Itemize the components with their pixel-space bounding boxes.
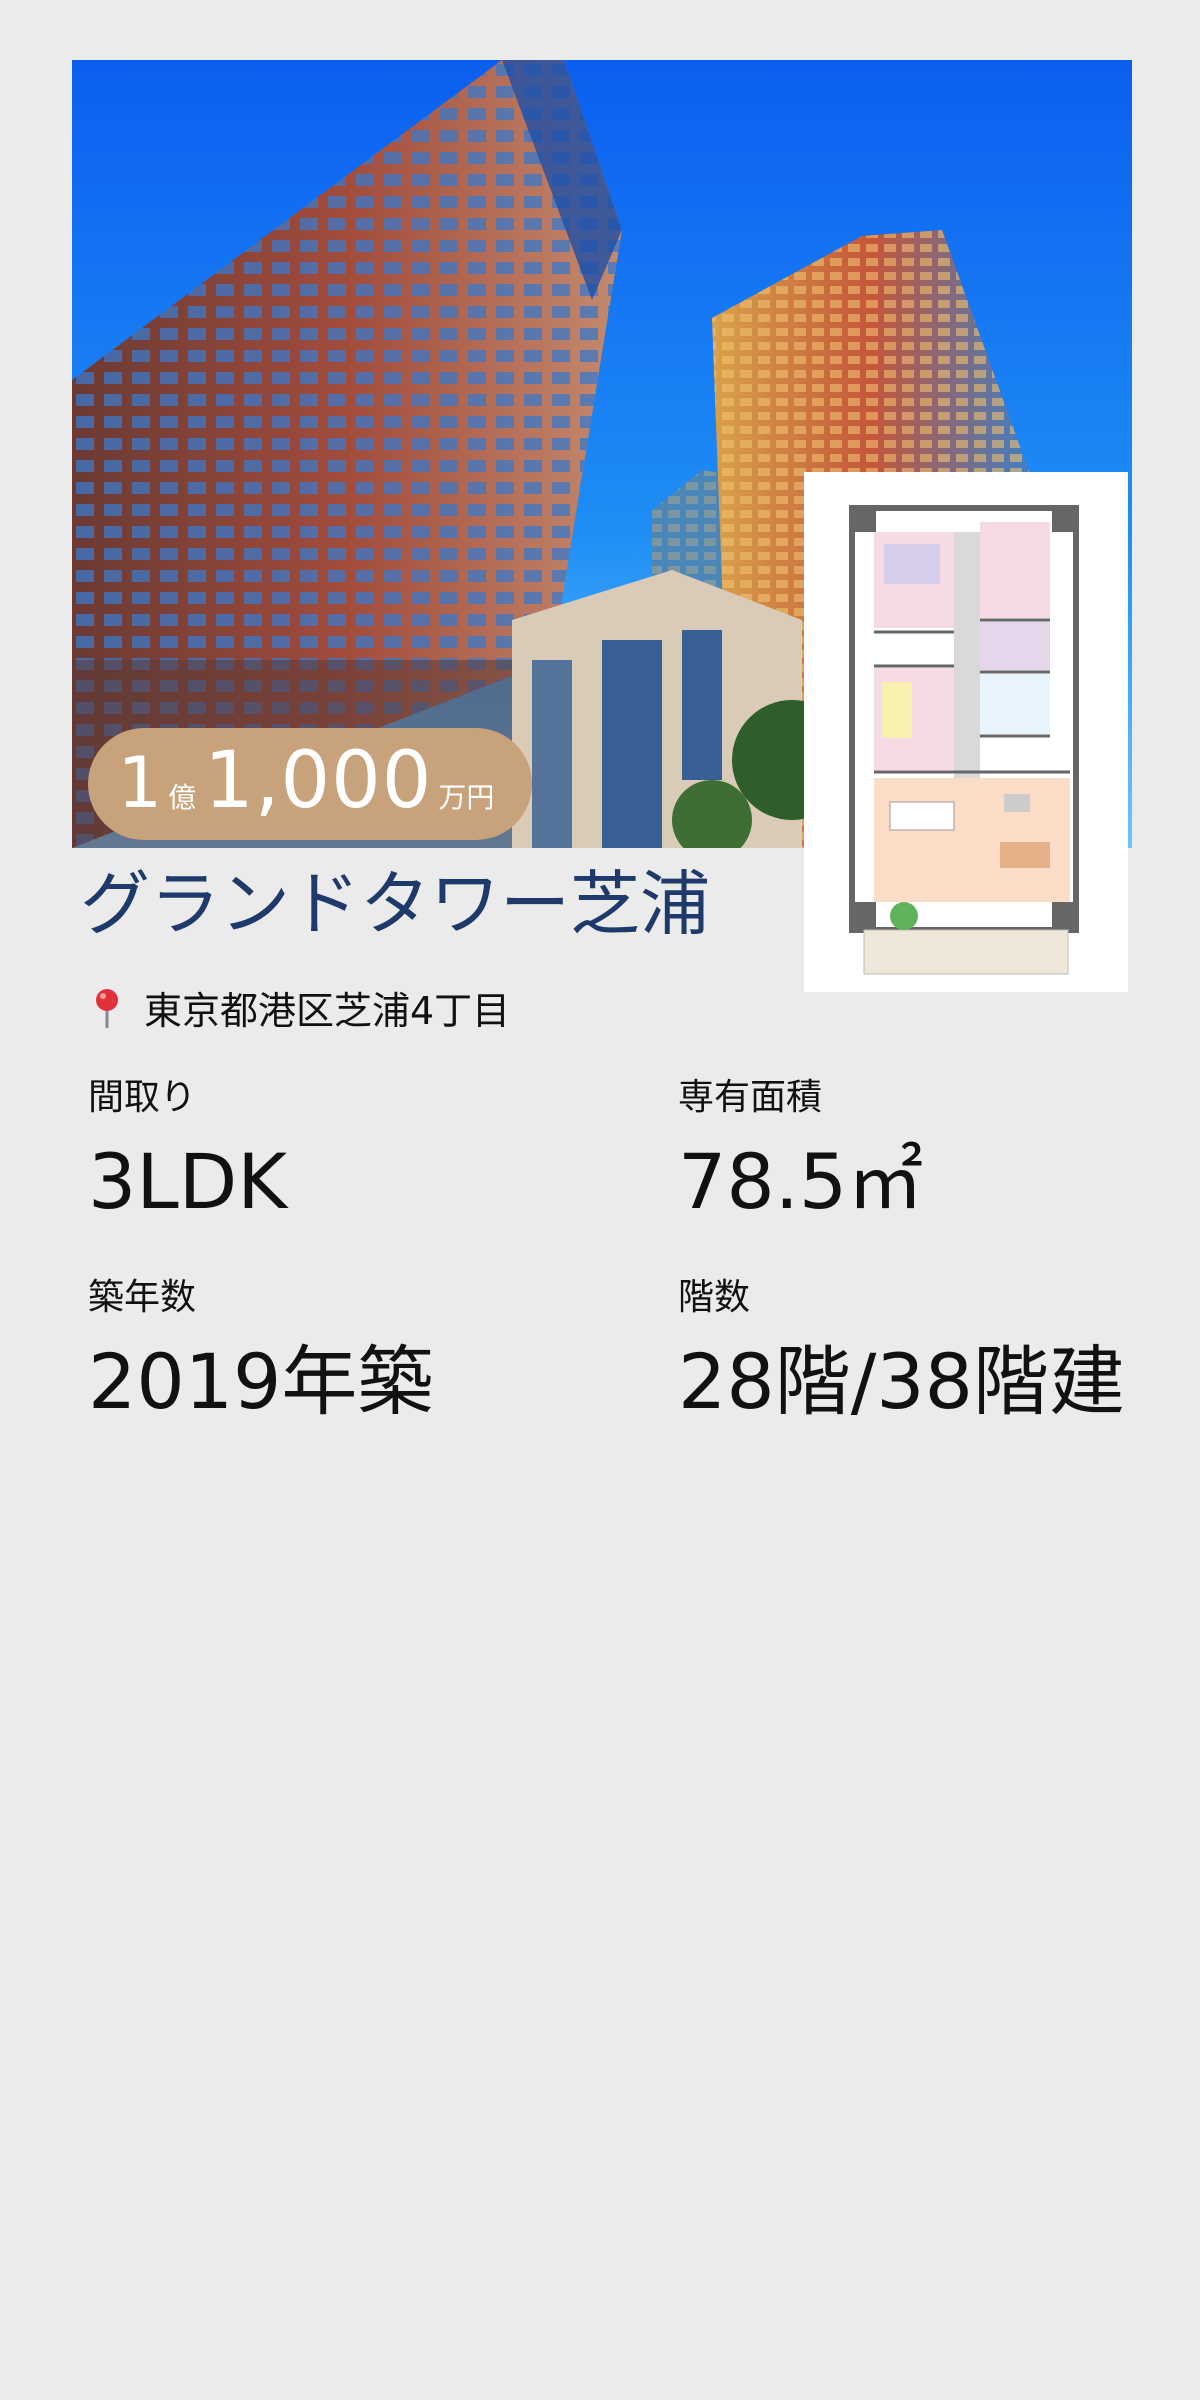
- spec-label: 築年数: [88, 1277, 197, 1318]
- spec-layout: 間取り 3LDK: [88, 1078, 287, 1223]
- price-man: 1,000: [204, 736, 433, 826]
- price-oku: 1: [117, 742, 163, 824]
- spec-built-year: 築年数 2019年築: [88, 1278, 433, 1423]
- price-badge: 1 億 1,000 万円: [88, 728, 532, 840]
- spec-value: 78.5㎡: [678, 1136, 924, 1226]
- floor-plan-image[interactable]: [804, 472, 1128, 992]
- spec-floor: 階数 28階/38階建: [678, 1278, 1125, 1423]
- spec-value: 2019年築: [88, 1336, 434, 1426]
- property-name: グランドタワー芝浦: [80, 863, 710, 945]
- spec-floor-area: 専有面積 78.5㎡: [678, 1078, 923, 1223]
- address-text: 東京都港区芝浦4丁目: [144, 989, 511, 1033]
- spec-value: 3LDK: [88, 1136, 288, 1226]
- price-man-unit: 万円: [438, 781, 495, 814]
- spec-label: 階数: [678, 1277, 751, 1318]
- price-oku-unit: 億: [168, 781, 197, 814]
- spec-label: 間取り: [88, 1077, 197, 1118]
- spec-label: 専有面積: [678, 1077, 823, 1118]
- property-card: 1 億 1,000 万円 グランドタワー芝浦 東京都港区芝浦4丁目 間取り 3L…: [0, 0, 1200, 2400]
- map-pin-icon: [96, 988, 118, 1028]
- address: 東京都港区芝浦4丁目: [90, 980, 510, 1035]
- spec-value: 28階/38階建: [678, 1336, 1126, 1426]
